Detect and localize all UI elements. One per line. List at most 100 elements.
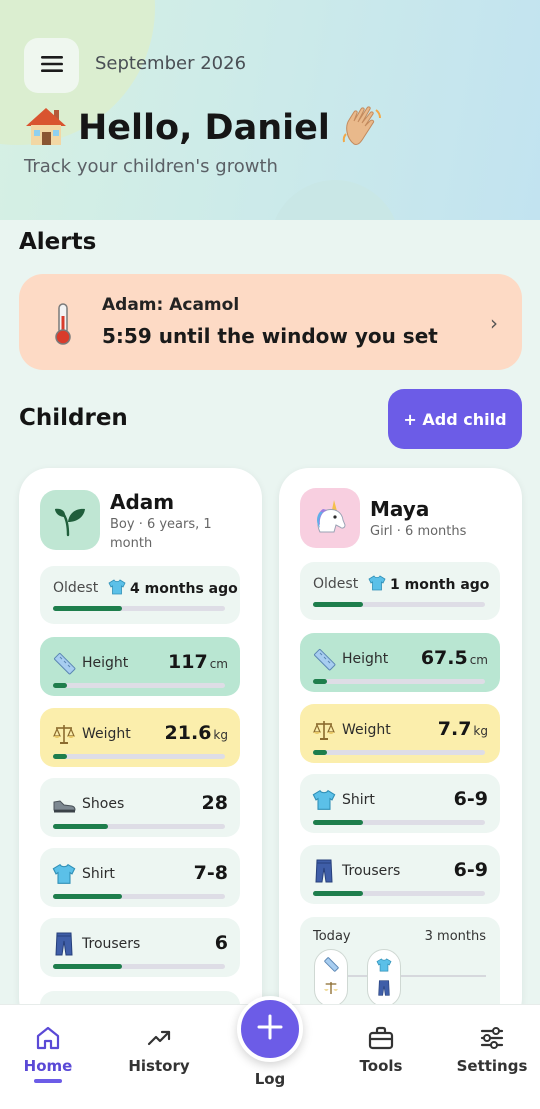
child-meta: Boy · 6 years, 1 month <box>110 517 212 551</box>
value-number: 6-9 <box>453 788 488 810</box>
unicorn-icon <box>300 488 360 548</box>
value-number: 28 <box>201 792 228 814</box>
metric-label: Weight <box>82 726 131 742</box>
house-icon <box>24 105 68 151</box>
metric-label: Height <box>82 655 129 671</box>
scale-icon <box>52 722 76 746</box>
alerts-title: Alerts <box>19 229 97 255</box>
oldest-label: Oldest <box>313 576 359 592</box>
timeline-track <box>330 975 486 977</box>
metric-weight[interactable]: Weight 7.7 kg <box>300 704 500 763</box>
oldest-progress <box>313 602 485 607</box>
trending-up-icon <box>109 1023 209 1053</box>
log-button[interactable] <box>237 996 303 1062</box>
metric-weight[interactable]: Weight 21.6 kg <box>40 708 240 767</box>
oldest-tile: Oldest 4 months ago <box>40 566 240 624</box>
timeline-end: 3 months <box>424 929 486 944</box>
timeline-marker[interactable] <box>367 949 401 1007</box>
greeting-title: Hello, Daniel <box>78 108 330 148</box>
nav-settings[interactable]: Settings <box>442 1023 540 1075</box>
metric-height[interactable]: Height 117 cm <box>40 637 240 696</box>
nav-home[interactable]: Home <box>0 1023 98 1083</box>
shirt-icon <box>368 575 386 595</box>
thermometer-icon <box>51 302 75 350</box>
metric-value: 21.6 kg <box>165 722 228 744</box>
metric-label: Weight <box>342 722 391 738</box>
metric-label: Shoes <box>82 796 125 812</box>
value-number: 21.6 <box>164 722 212 744</box>
waving-hand-icon <box>340 104 386 152</box>
shoe-icon <box>52 792 76 816</box>
add-child-button[interactable]: + Add child <box>388 389 522 449</box>
metric-value: 67.5 cm <box>421 647 488 669</box>
metric-shoes[interactable]: Shoes 28 <box>40 778 240 837</box>
home-icon <box>0 1023 98 1053</box>
greeting: Hello, Daniel <box>24 104 386 152</box>
metric-label: Height <box>342 651 389 667</box>
metric-progress <box>313 820 485 825</box>
alert-title: Adam: Acamol <box>102 295 240 315</box>
metric-label: Trousers <box>82 936 141 952</box>
oldest-tile: Oldest 1 month ago <box>300 562 500 620</box>
progress-fill <box>313 679 327 684</box>
oldest-progress <box>53 606 225 611</box>
menu-button[interactable] <box>24 38 79 93</box>
metric-progress <box>313 891 485 896</box>
value-number: 67.5 <box>420 647 468 669</box>
metric-shirt[interactable]: Shirt 6-9 <box>300 774 500 833</box>
metric-value: 6 <box>215 932 228 954</box>
progress-fill <box>53 894 122 899</box>
timeline-marker[interactable] <box>314 949 348 1007</box>
oldest-value: 1 month ago <box>368 575 489 595</box>
metric-label: Shirt <box>82 866 115 882</box>
nav-history[interactable]: History <box>109 1023 209 1075</box>
scale-icon <box>312 718 336 742</box>
progress-fill <box>313 891 363 896</box>
metric-value: 28 <box>202 792 228 814</box>
nav-tools[interactable]: Tools <box>331 1023 431 1075</box>
metric-label: Shirt <box>342 792 375 808</box>
hamburger-icon <box>40 54 64 77</box>
ruler-icon <box>323 956 339 976</box>
trousers-icon <box>377 979 391 1000</box>
metric-progress <box>53 683 225 688</box>
progress-fill <box>53 824 109 829</box>
metric-value: 7-8 <box>194 862 228 884</box>
metric-progress <box>53 824 225 829</box>
progress-fill <box>313 602 363 607</box>
metric-progress <box>313 679 485 684</box>
value-unit: kg <box>473 724 488 738</box>
alert-card[interactable]: Adam: Acamol 5:59 until the window you s… <box>19 274 522 370</box>
child-card-maya[interactable]: Maya Girl · 6 months Oldest 1 month ago … <box>279 468 522 1028</box>
metric-value: 6-9 <box>454 788 488 810</box>
child-name: Maya <box>370 497 430 521</box>
current-date: September 2026 <box>95 53 247 74</box>
progress-fill <box>53 683 67 688</box>
child-card-adam[interactable]: Adam Boy · 6 years, 1 month Oldest 4 mon… <box>19 468 262 1028</box>
progress-fill <box>53 606 122 611</box>
ruler-icon <box>312 647 336 671</box>
metric-shirt[interactable]: Shirt 7-8 <box>40 848 240 907</box>
decor-blob <box>270 180 400 220</box>
timeline-start: Today <box>313 929 351 944</box>
metric-trousers[interactable]: Trousers 6 <box>40 918 240 977</box>
value-unit: kg <box>213 728 228 742</box>
progress-fill <box>53 964 122 969</box>
scale-icon <box>323 980 339 1000</box>
ruler-icon <box>52 651 76 675</box>
shirt-icon <box>312 788 336 812</box>
trousers-icon <box>52 932 76 956</box>
metric-progress <box>313 750 485 755</box>
metric-height[interactable]: Height 67.5 cm <box>300 633 500 692</box>
nav-home-label: Home <box>23 1057 73 1075</box>
plus-icon <box>256 1013 284 1045</box>
progress-fill <box>53 754 67 759</box>
value-unit: cm <box>209 657 228 671</box>
shirt-icon <box>52 862 76 886</box>
progress-fill <box>313 820 363 825</box>
progress-fill <box>313 750 327 755</box>
value-number: 6-9 <box>453 859 488 881</box>
metric-trousers[interactable]: Trousers 6-9 <box>300 845 500 904</box>
metric-value: 117 cm <box>168 651 228 673</box>
value-unit: cm <box>469 653 488 667</box>
